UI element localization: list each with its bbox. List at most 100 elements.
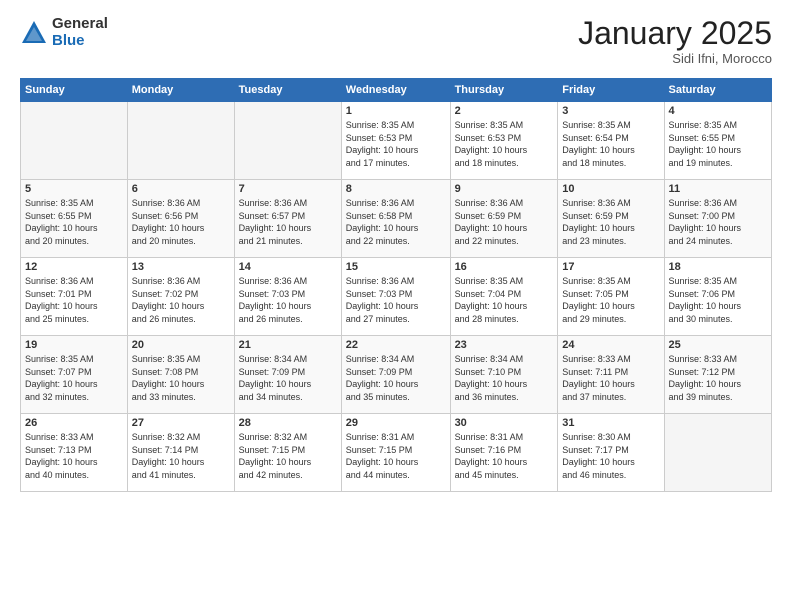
day-info: Sunrise: 8:36 AMSunset: 7:01 PMDaylight:…	[25, 275, 123, 325]
calendar-header-row: SundayMondayTuesdayWednesdayThursdayFrid…	[21, 79, 772, 102]
calendar-cell: 5 Sunrise: 8:35 AMSunset: 6:55 PMDaylight…	[21, 180, 128, 258]
day-number: 7	[239, 183, 337, 195]
calendar-header-wednesday: Wednesday	[341, 79, 450, 102]
day-info: Sunrise: 8:35 AMSunset: 6:53 PMDaylight:…	[455, 119, 554, 169]
calendar-cell: 17Sunrise: 8:35 AMSunset: 7:05 PMDayligh…	[558, 258, 664, 336]
calendar-header-thursday: Thursday	[450, 79, 558, 102]
day-number: 9	[455, 183, 554, 195]
calendar-cell: 13 Sunrise: 8:36 AMSunset: 7:02 PMDayligh…	[127, 258, 234, 336]
calendar-cell: 15 Sunrise: 8:36 AMSunset: 7:03 PMDayligh…	[341, 258, 450, 336]
month-title: January 2025	[578, 16, 772, 51]
day-number: 30	[455, 417, 554, 429]
logo-general-text: General	[52, 16, 108, 33]
day-number: 6	[132, 183, 230, 195]
day-number: 20	[132, 339, 230, 351]
day-number: 3	[562, 105, 659, 117]
calendar-cell: 30 Sunrise: 8:31 AMSunset: 7:16 PMDayligh…	[450, 414, 558, 492]
day-info: Sunrise: 8:33 AMSunset: 7:11 PMDaylight:…	[562, 353, 659, 403]
calendar-week-row: 1 Sunrise: 8:35 AMSunset: 6:53 PMDaylight…	[21, 102, 772, 180]
day-info: Sunrise: 8:31 AMSunset: 7:15 PMDaylight:…	[346, 431, 446, 481]
calendar-header-saturday: Saturday	[664, 79, 771, 102]
day-number: 25	[669, 339, 767, 351]
calendar-cell: 10 Sunrise: 8:36 AMSunset: 6:59 PMDayligh…	[558, 180, 664, 258]
day-number: 14	[239, 261, 337, 273]
calendar-week-row: 26Sunrise: 8:33 AMSunset: 7:13 PMDayligh…	[21, 414, 772, 492]
day-info: Sunrise: 8:36 AMSunset: 7:00 PMDaylight:…	[669, 197, 767, 247]
day-info: Sunrise: 8:36 AMSunset: 6:57 PMDaylight:…	[239, 197, 337, 247]
calendar-cell	[21, 102, 128, 180]
day-number: 24	[562, 339, 659, 351]
day-info: Sunrise: 8:35 AMSunset: 6:55 PMDaylight:…	[669, 119, 767, 169]
day-info: Sunrise: 8:36 AMSunset: 7:02 PMDaylight:…	[132, 275, 230, 325]
calendar-week-row: 5 Sunrise: 8:35 AMSunset: 6:55 PMDaylight…	[21, 180, 772, 258]
calendar-week-row: 19Sunrise: 8:35 AMSunset: 7:07 PMDayligh…	[21, 336, 772, 414]
calendar-cell: 12Sunrise: 8:36 AMSunset: 7:01 PMDayligh…	[21, 258, 128, 336]
calendar-cell: 25 Sunrise: 8:33 AMSunset: 7:12 PMDayligh…	[664, 336, 771, 414]
logo-icon	[20, 19, 48, 47]
calendar-header-tuesday: Tuesday	[234, 79, 341, 102]
day-number: 28	[239, 417, 337, 429]
day-info: Sunrise: 8:35 AMSunset: 7:04 PMDaylight:…	[455, 275, 554, 325]
day-info: Sunrise: 8:34 AMSunset: 7:09 PMDaylight:…	[239, 353, 337, 403]
calendar-cell	[664, 414, 771, 492]
calendar-cell: 1Sunrise: 8:35 AMSunset: 6:53 PMDaylight…	[341, 102, 450, 180]
day-info: Sunrise: 8:36 AMSunset: 7:03 PMDaylight:…	[346, 275, 446, 325]
calendar-cell: 22Sunrise: 8:34 AMSunset: 7:09 PMDayligh…	[341, 336, 450, 414]
day-info: Sunrise: 8:33 AMSunset: 7:12 PMDaylight:…	[669, 353, 767, 403]
day-info: Sunrise: 8:36 AMSunset: 6:59 PMDaylight:…	[562, 197, 659, 247]
calendar-cell: 18Sunrise: 8:35 AMSunset: 7:06 PMDayligh…	[664, 258, 771, 336]
calendar-cell: 7 Sunrise: 8:36 AMSunset: 6:57 PMDaylight…	[234, 180, 341, 258]
day-info: Sunrise: 8:35 AMSunset: 7:05 PMDaylight:…	[562, 275, 659, 325]
day-info: Sunrise: 8:35 AMSunset: 6:54 PMDaylight:…	[562, 119, 659, 169]
header: General Blue January 2025 Sidi Ifni, Mor…	[20, 16, 772, 66]
logo: General Blue	[20, 16, 108, 49]
day-info: Sunrise: 8:30 AMSunset: 7:17 PMDaylight:…	[562, 431, 659, 481]
day-number: 13	[132, 261, 230, 273]
calendar-cell: 14 Sunrise: 8:36 AMSunset: 7:03 PMDayligh…	[234, 258, 341, 336]
calendar-cell: 24 Sunrise: 8:33 AMSunset: 7:11 PMDayligh…	[558, 336, 664, 414]
calendar-cell: 31 Sunrise: 8:30 AMSunset: 7:17 PMDayligh…	[558, 414, 664, 492]
day-number: 11	[669, 183, 767, 195]
calendar-cell	[234, 102, 341, 180]
calendar-cell: 29 Sunrise: 8:31 AMSunset: 7:15 PMDayligh…	[341, 414, 450, 492]
calendar-cell: 4Sunrise: 8:35 AMSunset: 6:55 PMDaylight…	[664, 102, 771, 180]
calendar-cell	[127, 102, 234, 180]
calendar-header-friday: Friday	[558, 79, 664, 102]
day-number: 29	[346, 417, 446, 429]
calendar-cell: 16 Sunrise: 8:35 AMSunset: 7:04 PMDayligh…	[450, 258, 558, 336]
day-info: Sunrise: 8:36 AMSunset: 7:03 PMDaylight:…	[239, 275, 337, 325]
logo-blue-text: Blue	[52, 33, 108, 50]
day-number: 21	[239, 339, 337, 351]
day-info: Sunrise: 8:36 AMSunset: 6:56 PMDaylight:…	[132, 197, 230, 247]
day-number: 31	[562, 417, 659, 429]
day-number: 16	[455, 261, 554, 273]
day-info: Sunrise: 8:35 AMSunset: 7:08 PMDaylight:…	[132, 353, 230, 403]
day-info: Sunrise: 8:36 AMSunset: 6:58 PMDaylight:…	[346, 197, 446, 247]
day-number: 5	[25, 183, 123, 195]
location: Sidi Ifni, Morocco	[578, 51, 772, 66]
calendar-table: SundayMondayTuesdayWednesdayThursdayFrid…	[20, 78, 772, 492]
day-number: 15	[346, 261, 446, 273]
calendar-cell: 26Sunrise: 8:33 AMSunset: 7:13 PMDayligh…	[21, 414, 128, 492]
day-info: Sunrise: 8:32 AMSunset: 7:15 PMDaylight:…	[239, 431, 337, 481]
calendar-cell: 20 Sunrise: 8:35 AMSunset: 7:08 PMDayligh…	[127, 336, 234, 414]
day-number: 8	[346, 183, 446, 195]
day-number: 27	[132, 417, 230, 429]
calendar-cell: 23 Sunrise: 8:34 AMSunset: 7:10 PMDayligh…	[450, 336, 558, 414]
day-number: 23	[455, 339, 554, 351]
day-info: Sunrise: 8:35 AMSunset: 7:06 PMDaylight:…	[669, 275, 767, 325]
calendar-header-monday: Monday	[127, 79, 234, 102]
calendar-cell: 3 Sunrise: 8:35 AMSunset: 6:54 PMDaylight…	[558, 102, 664, 180]
day-info: Sunrise: 8:34 AMSunset: 7:10 PMDaylight:…	[455, 353, 554, 403]
day-number: 26	[25, 417, 123, 429]
calendar-cell: 2Sunrise: 8:35 AMSunset: 6:53 PMDaylight…	[450, 102, 558, 180]
day-number: 1	[346, 105, 446, 117]
calendar-cell: 9Sunrise: 8:36 AMSunset: 6:59 PMDaylight…	[450, 180, 558, 258]
day-info: Sunrise: 8:35 AMSunset: 6:55 PMDaylight:…	[25, 197, 123, 247]
day-number: 19	[25, 339, 123, 351]
day-number: 10	[562, 183, 659, 195]
day-info: Sunrise: 8:34 AMSunset: 7:09 PMDaylight:…	[346, 353, 446, 403]
calendar-cell: 19Sunrise: 8:35 AMSunset: 7:07 PMDayligh…	[21, 336, 128, 414]
day-info: Sunrise: 8:31 AMSunset: 7:16 PMDaylight:…	[455, 431, 554, 481]
calendar-cell: 21 Sunrise: 8:34 AMSunset: 7:09 PMDayligh…	[234, 336, 341, 414]
